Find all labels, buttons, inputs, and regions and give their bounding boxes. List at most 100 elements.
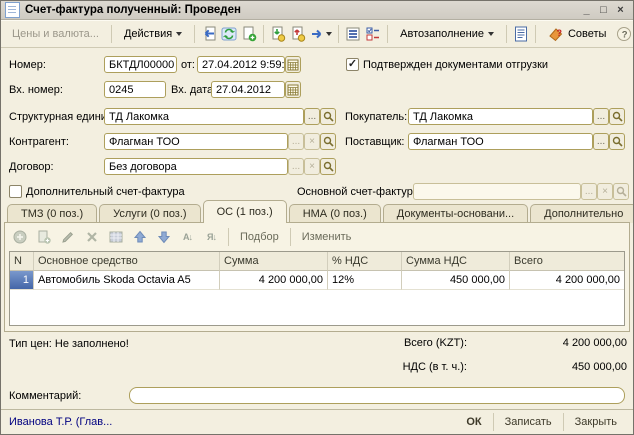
supplier-field[interactable]: Флагман ТОО	[408, 133, 593, 150]
help-button[interactable]: ?	[615, 22, 633, 46]
pick-button[interactable]: Подбор	[235, 231, 284, 243]
ok-button[interactable]: ОК	[458, 414, 489, 430]
contract-clear-button[interactable]: ×	[304, 158, 320, 175]
change-button[interactable]: Изменить	[297, 231, 357, 243]
number-field[interactable]: БКТДЛ00000	[104, 56, 177, 73]
sort-az-icon: А↓	[183, 232, 192, 242]
copy-row-button[interactable]	[33, 227, 54, 248]
toolbar-separator	[194, 25, 195, 43]
structural-unit-select-button[interactable]: ...	[304, 108, 320, 125]
main-invoice-label: Основной счет-фактура:	[297, 186, 422, 198]
finish-editing-button[interactable]	[105, 227, 126, 248]
structural-unit-field[interactable]: ТД Лакомка	[104, 108, 304, 125]
contract-field[interactable]: Без договора	[104, 158, 288, 175]
window-title: Счет-фактура полученный: Проведен	[25, 4, 578, 16]
statusbar-separator	[493, 413, 494, 431]
write-button[interactable]: Записать	[497, 414, 560, 430]
magnifier-icon	[323, 136, 334, 147]
main-invoice-open-button[interactable]	[613, 183, 629, 200]
toolbar-separator	[338, 25, 339, 43]
tab-services[interactable]: Услуги (0 поз.)	[99, 204, 200, 223]
supplier-open-button[interactable]	[609, 133, 625, 150]
chevron-down-icon	[326, 32, 332, 36]
tab-fixed-assets[interactable]: ОС (1 поз.)	[203, 200, 287, 223]
document-movements-button[interactable]	[364, 22, 382, 46]
close-button[interactable]: ×	[612, 3, 629, 18]
tab-tmz[interactable]: ТМЗ (0 поз.)	[7, 204, 97, 223]
comment-field[interactable]	[129, 387, 625, 404]
document-icon	[5, 2, 20, 18]
main-invoice-clear-button[interactable]: ×	[597, 183, 613, 200]
move-row-down-button[interactable]	[153, 227, 174, 248]
svg-text:?: ?	[622, 29, 628, 40]
edit-row-button[interactable]	[57, 227, 78, 248]
help-icon: ?	[616, 26, 632, 42]
close-form-button[interactable]: Закрыть	[567, 414, 625, 430]
column-header-vat-rate[interactable]: % НДС	[328, 252, 402, 271]
sort-ascending-button[interactable]: А↓	[177, 227, 198, 248]
in-date-field[interactable]: 27.04.2012	[211, 81, 285, 98]
unpost-document-button[interactable]	[289, 22, 307, 46]
total-label: Всего (KZT):	[347, 337, 467, 349]
delete-x-icon	[84, 229, 100, 245]
column-header-sum[interactable]: Сумма	[220, 252, 328, 271]
counterparty-clear-button[interactable]: ×	[304, 133, 320, 150]
minimize-button[interactable]: _	[578, 3, 595, 18]
toolbar-separator	[263, 25, 264, 43]
in-date-calendar-button[interactable]	[285, 81, 301, 98]
structural-unit-open-button[interactable]	[320, 108, 336, 125]
additional-invoice-checkbox[interactable]	[9, 185, 22, 198]
column-header-n[interactable]: N	[10, 252, 34, 271]
counterparty-select-button[interactable]: ...	[288, 133, 304, 150]
add-icon	[12, 229, 28, 245]
actions-button[interactable]: Действия	[117, 25, 189, 43]
sort-descending-button[interactable]: Я↓	[201, 227, 222, 248]
maximize-button[interactable]: □	[595, 3, 612, 18]
list-rows-icon	[345, 26, 361, 42]
main-invoice-select-button[interactable]: ...	[581, 183, 597, 200]
column-header-asset[interactable]: Основное средство	[34, 252, 220, 271]
buyer-select-button[interactable]: ...	[593, 108, 609, 125]
move-row-up-button[interactable]	[129, 227, 150, 248]
tab-base-documents[interactable]: Документы-основани...	[383, 204, 528, 223]
contract-open-button[interactable]	[320, 158, 336, 175]
reread-button[interactable]	[200, 22, 218, 46]
counterparty-field[interactable]: Флагман ТОО	[104, 133, 288, 150]
table-toolbar: А↓ Я↓ Подбор Изменить	[9, 226, 356, 248]
in-number-field[interactable]: 0245	[104, 81, 166, 98]
prices-currency-button[interactable]: Цены и валюта...	[5, 25, 106, 43]
document-structure-button[interactable]	[344, 22, 362, 46]
unpost-icon	[290, 26, 306, 42]
repost-button[interactable]	[220, 22, 238, 46]
date-field[interactable]: 27.04.2012 9:59:13	[197, 56, 285, 73]
column-header-vat-sum[interactable]: Сумма НДС	[402, 252, 510, 271]
title-bar: Счет-фактура полученный: Проведен _ □ ×	[1, 1, 633, 20]
copy-new-button[interactable]	[240, 22, 258, 46]
delete-row-button[interactable]	[81, 227, 102, 248]
print-form-button[interactable]	[512, 22, 530, 46]
buyer-field[interactable]: ТД Лакомка	[408, 108, 593, 125]
post-document-button[interactable]	[269, 22, 287, 46]
tips-button[interactable]: ? Советы	[541, 23, 613, 45]
add-row-button[interactable]	[9, 227, 30, 248]
counterparty-open-button[interactable]	[320, 133, 336, 150]
contract-select-button[interactable]: ...	[288, 158, 304, 175]
autofill-button[interactable]: Автозаполнение	[393, 25, 501, 43]
tab-additional[interactable]: Дополнительно	[530, 204, 634, 223]
go-to-button[interactable]	[309, 22, 333, 46]
supplier-label: Поставщик:	[345, 136, 404, 148]
price-type-status: Тип цен: Не заполнено!	[9, 338, 129, 350]
magnifier-icon	[612, 136, 623, 147]
tab-nma[interactable]: НМА (0 поз.)	[289, 204, 381, 223]
column-header-total[interactable]: Всего	[510, 252, 624, 271]
go-arrow-icon	[310, 26, 326, 42]
asset-cell: Автомобиль Skoda Octavia A5	[34, 271, 220, 290]
buyer-open-button[interactable]	[609, 108, 625, 125]
main-invoice-field[interactable]	[413, 183, 581, 200]
table-row[interactable]: 1 Автомобиль Skoda Octavia A5 4 200 000,…	[10, 271, 624, 290]
refresh-icon	[221, 26, 237, 42]
fixed-assets-tab-panel: А↓ Я↓ Подбор Изменить N Основное средств…	[4, 222, 630, 332]
supplier-select-button[interactable]: ...	[593, 133, 609, 150]
date-calendar-button[interactable]	[285, 56, 301, 73]
confirmed-checkbox[interactable]: ✓	[346, 58, 359, 71]
